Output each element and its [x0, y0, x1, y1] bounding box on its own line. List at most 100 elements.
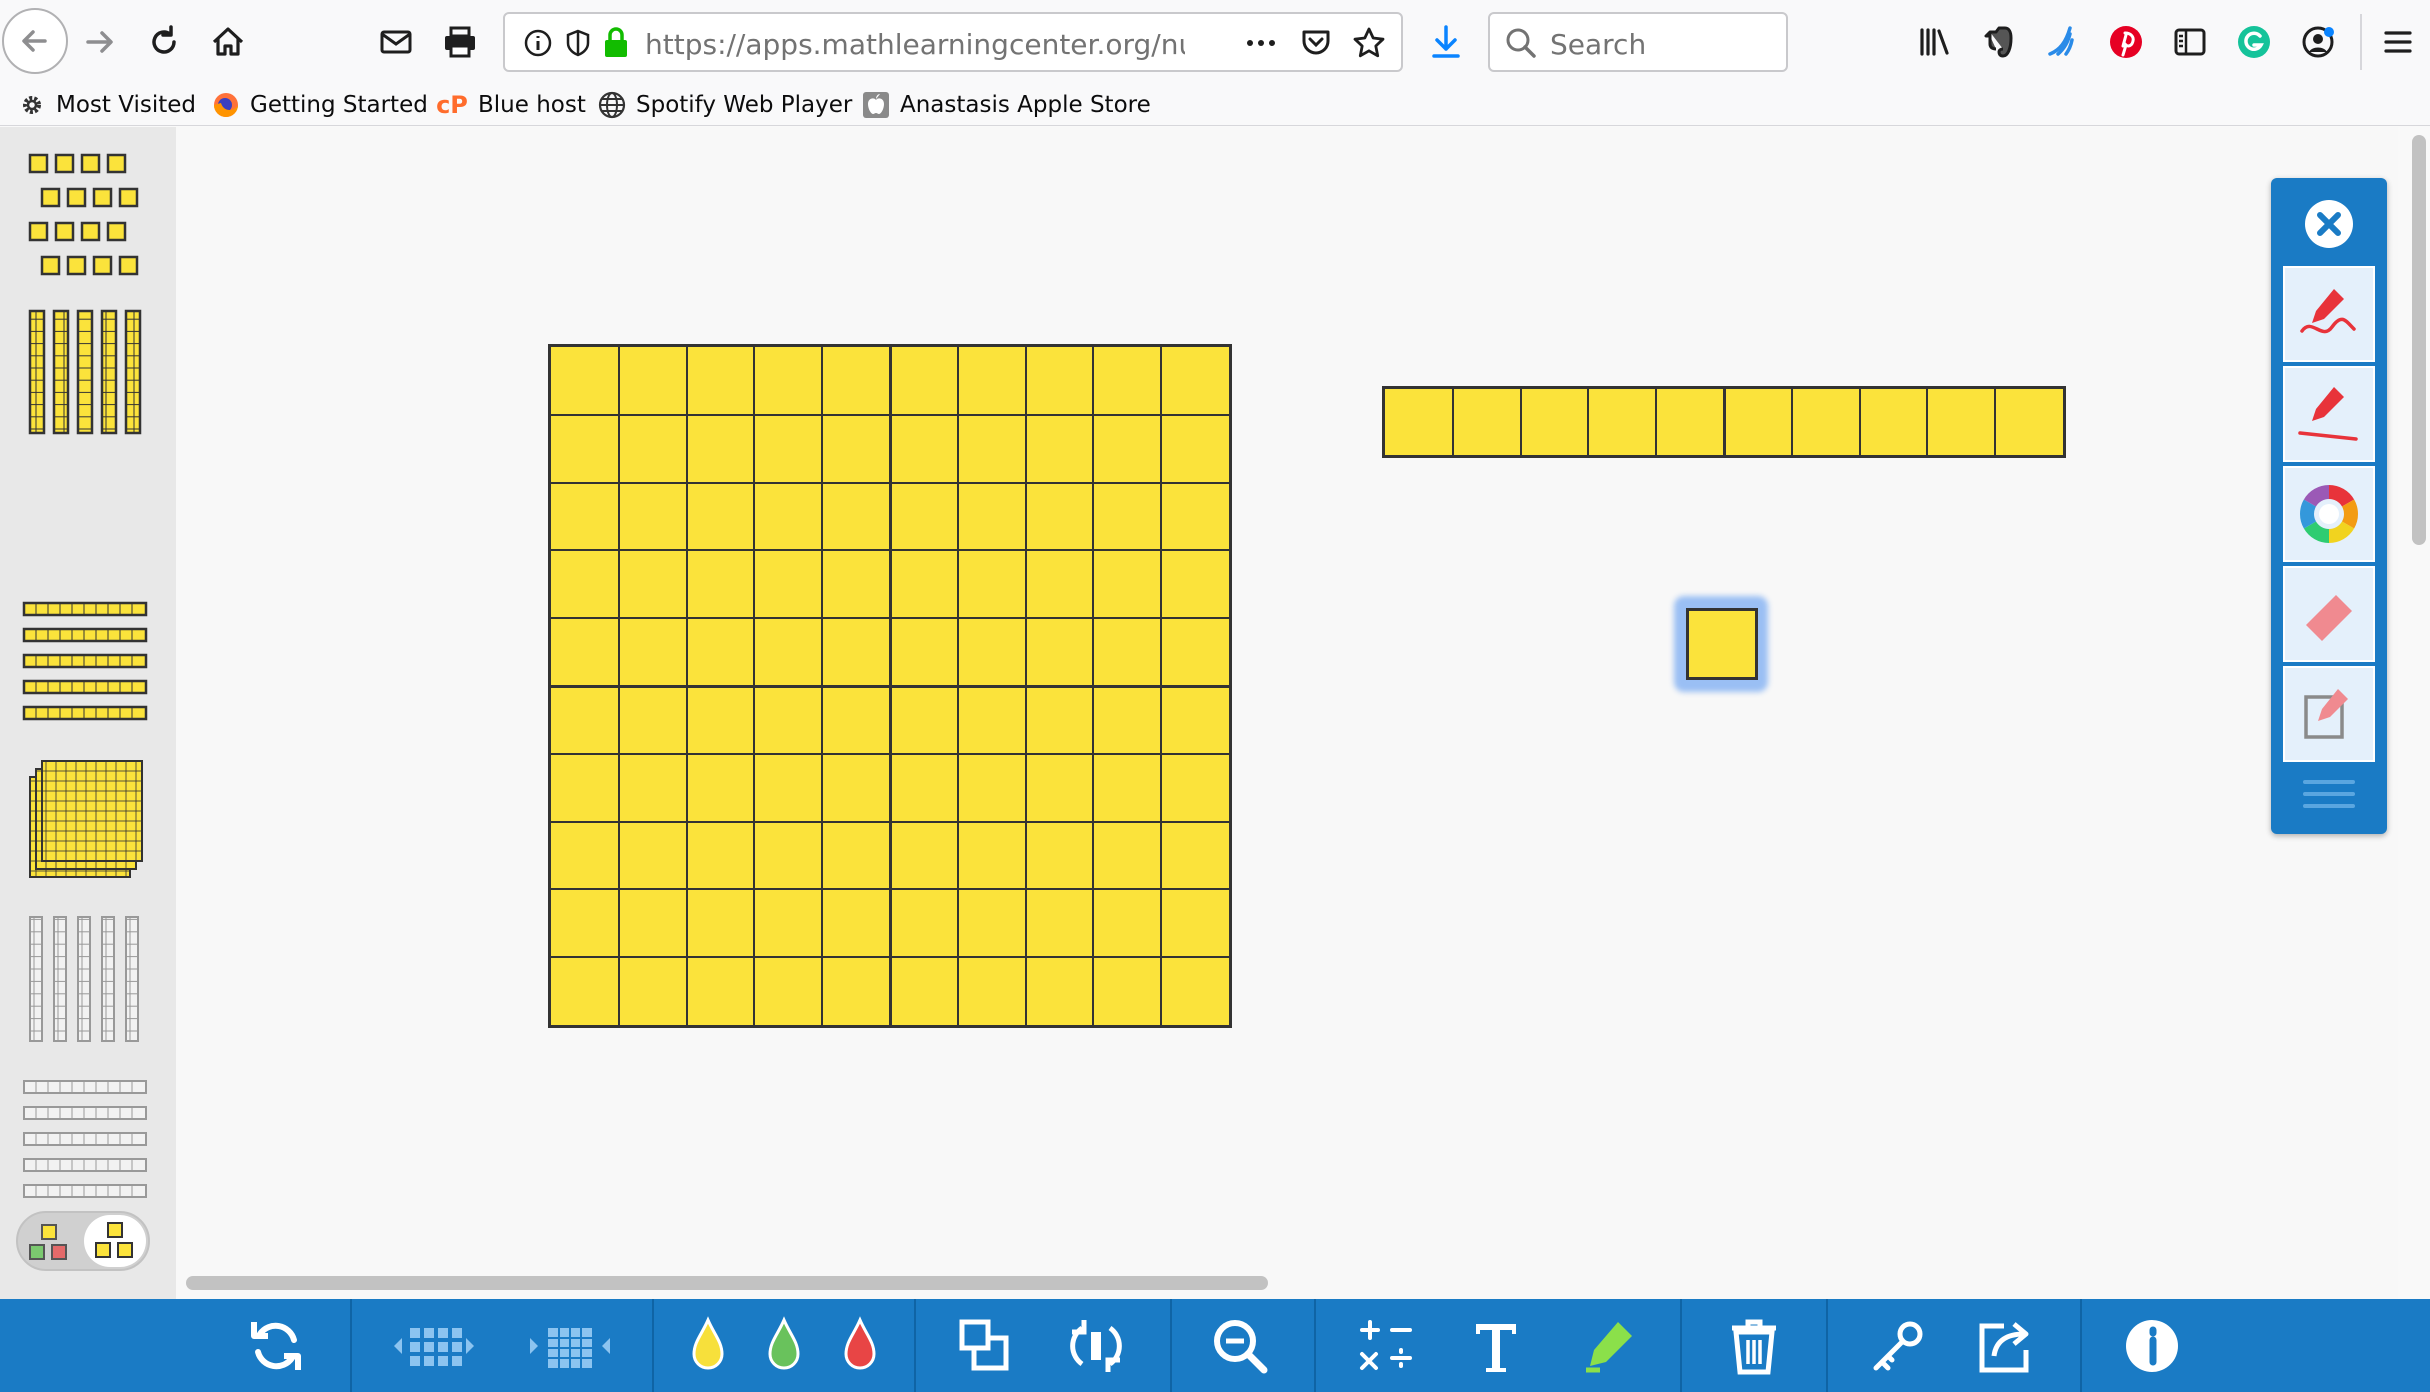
close-panel-button[interactable]	[2301, 196, 2357, 252]
group-units-icon	[394, 1328, 474, 1366]
evernote-button[interactable]	[1968, 12, 2028, 72]
grid-line-horizontal	[551, 549, 1229, 552]
zoom-out-button[interactable]	[1200, 1311, 1280, 1381]
firefox-icon	[212, 91, 240, 119]
grammarly-button[interactable]	[2224, 12, 2284, 72]
reader-view-button[interactable]	[2160, 12, 2220, 72]
highlighter-button[interactable]	[1570, 1311, 1650, 1381]
pocket-icon[interactable]	[1299, 26, 1333, 60]
url-bar[interactable]: https://apps.mathlearningcenter.org/num	[503, 12, 1403, 72]
grid-line-horizontal	[551, 481, 1229, 484]
bookmark-anastasis-apple-store[interactable]: Anastasis Apple Store	[862, 88, 1151, 122]
bookmark-most-visited[interactable]: Most Visited	[18, 88, 196, 122]
email-link-button[interactable]	[366, 12, 426, 72]
color-picker-button[interactable]	[2283, 466, 2375, 562]
ten-rod-piece[interactable]	[1382, 386, 2066, 458]
grid-line-vertical	[1858, 389, 1861, 455]
search-input[interactable]: Search	[1488, 12, 1788, 72]
math-symbols-icon	[1360, 1320, 1412, 1370]
back-button[interactable]	[2, 8, 68, 74]
yellow-pieces-mode-button[interactable]	[84, 1215, 146, 1267]
ungroup-units-button[interactable]	[520, 1311, 620, 1381]
toolbar-divider	[652, 1299, 654, 1392]
rods-horizontal-tray[interactable]	[22, 467, 152, 597]
eraser-button[interactable]	[2283, 566, 2375, 662]
outline-rods-horizontal-tray[interactable]	[22, 1071, 152, 1211]
refresh-button[interactable]	[236, 1311, 316, 1381]
evernote-icon	[1984, 26, 2013, 58]
workspace-canvas[interactable]	[176, 127, 2398, 1299]
menu-button[interactable]	[2368, 12, 2428, 72]
bookmark-label: Anastasis Apple Store	[900, 92, 1151, 118]
red-color-button[interactable]	[820, 1311, 900, 1381]
extension-wave-button[interactable]	[2032, 12, 2092, 72]
bookmark-getting-started[interactable]: Getting Started	[212, 88, 428, 122]
toolbar-divider	[914, 1299, 916, 1392]
tracking-shield-icon[interactable]	[563, 28, 593, 58]
url-text[interactable]: https://apps.mathlearningcenter.org/num	[645, 28, 1185, 61]
green-color-button[interactable]	[744, 1311, 824, 1381]
info-button[interactable]	[2112, 1311, 2192, 1381]
grid-line-horizontal	[551, 752, 1229, 755]
line-pen-button[interactable]	[2283, 366, 2375, 462]
bookmark-spotify[interactable]: Spotify Web Player	[598, 88, 852, 122]
search-icon	[1506, 28, 1536, 58]
vertical-scrollbar[interactable]	[2412, 135, 2426, 545]
account-avatar-icon	[2302, 26, 2334, 58]
text-tool-button[interactable]	[1456, 1311, 1536, 1381]
units-tray[interactable]	[22, 147, 152, 307]
rotate-button[interactable]	[1056, 1311, 1136, 1381]
library-button[interactable]	[1904, 12, 1964, 72]
flats-tray[interactable]	[26, 751, 146, 887]
freehand-pen-button[interactable]	[2283, 266, 2375, 362]
rods-vertical-tray[interactable]	[22, 307, 152, 437]
clear-drawing-button[interactable]	[2283, 666, 2375, 762]
outline-rods-vertical-tray[interactable]	[22, 907, 152, 1047]
group-units-button[interactable]	[384, 1311, 484, 1381]
forward-button[interactable]	[70, 12, 130, 72]
horizontal-scrollbar[interactable]	[186, 1276, 1268, 1290]
home-button[interactable]	[198, 12, 258, 72]
mail-icon	[380, 30, 412, 54]
page-actions-icon[interactable]	[1243, 28, 1279, 58]
grid-line-horizontal	[551, 617, 1229, 620]
downloads-button[interactable]	[1416, 12, 1476, 72]
clear-drawing-icon	[2304, 689, 2348, 739]
grid-line-vertical	[1790, 389, 1793, 455]
key-button[interactable]	[1858, 1311, 1938, 1381]
duplicate-button[interactable]	[944, 1311, 1024, 1381]
lock-icon[interactable]	[601, 26, 631, 60]
info-circle-icon[interactable]	[523, 28, 553, 58]
panel-drag-handle[interactable]	[2301, 774, 2357, 818]
yellow-drop-icon	[692, 1316, 724, 1370]
hundred-flat-piece[interactable]	[548, 344, 1232, 1028]
grid-line-vertical	[1994, 389, 1997, 455]
freehand-pen-icon	[2300, 289, 2356, 334]
unit-cube-piece[interactable]	[1686, 608, 1758, 680]
print-button[interactable]	[430, 12, 490, 72]
bookmark-star-icon[interactable]	[1351, 25, 1387, 61]
bookmark-label: Getting Started	[250, 92, 428, 118]
bookmark-label: Blue host	[478, 92, 586, 118]
home-icon	[212, 27, 244, 56]
reload-button[interactable]	[134, 12, 194, 72]
text-icon	[1476, 1324, 1516, 1372]
pinterest-button[interactable]	[2096, 12, 2156, 72]
duplicate-icon	[959, 1319, 1009, 1371]
hamburger-menu-icon	[2384, 31, 2412, 53]
reload-icon	[152, 25, 176, 54]
sidebar-toggle-icon	[2174, 28, 2206, 56]
trash-button[interactable]	[1714, 1311, 1794, 1381]
share-button[interactable]	[1966, 1311, 2046, 1381]
wave-extension-icon	[2048, 26, 2074, 56]
line-pen-icon	[2298, 387, 2358, 441]
rods-horizontal-stack[interactable]	[22, 597, 152, 727]
yellow-color-button[interactable]	[668, 1311, 748, 1381]
colored-pieces-mode-icon[interactable]	[26, 1221, 74, 1265]
piece-color-mode-toggle[interactable]	[16, 1211, 150, 1271]
math-symbols-button[interactable]	[1346, 1311, 1426, 1381]
bookmark-blue-host[interactable]: cP Blue host	[436, 88, 586, 122]
account-button[interactable]	[2288, 12, 2348, 72]
toolbar-divider	[1826, 1299, 1828, 1392]
library-icon	[1920, 28, 1949, 56]
